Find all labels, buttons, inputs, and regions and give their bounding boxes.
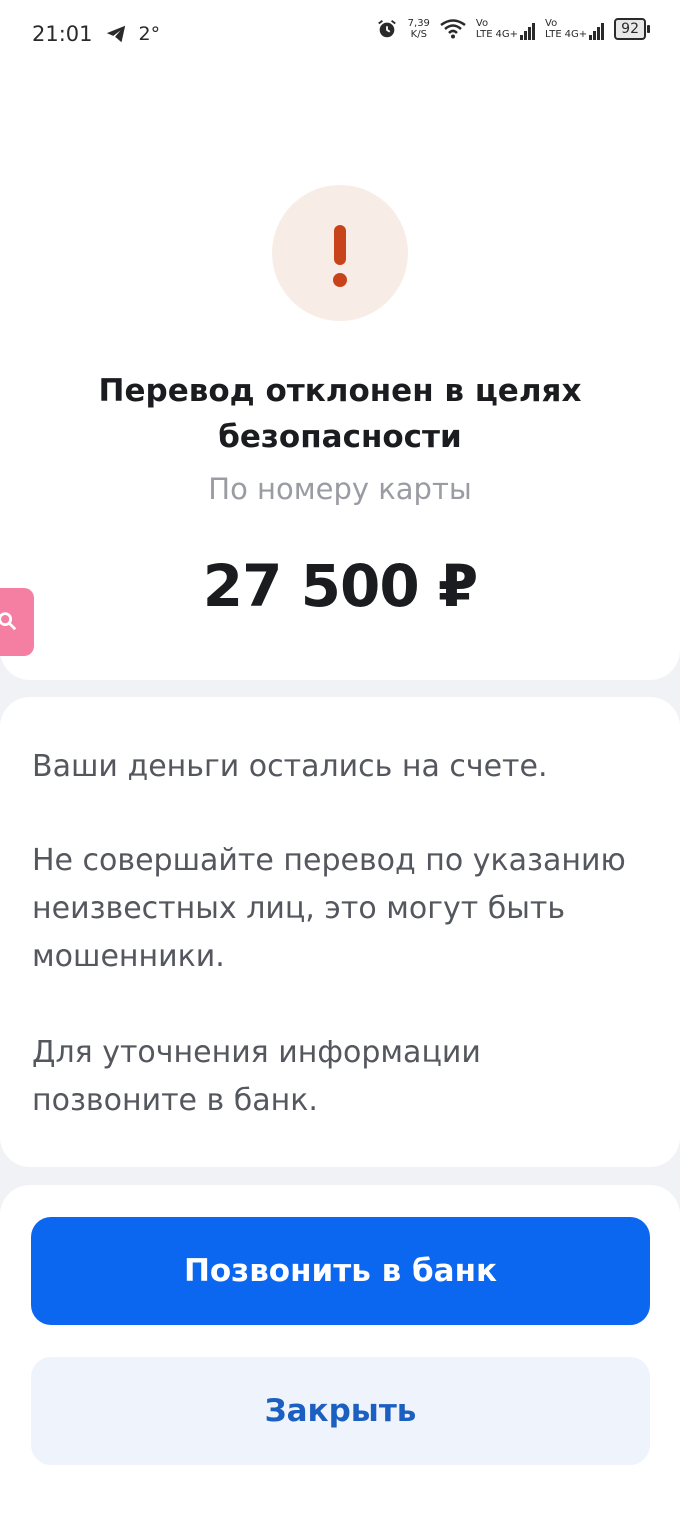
telegram-icon xyxy=(106,25,125,43)
info-money-safe: Ваши деньги остались на счете. xyxy=(32,749,548,784)
network-speed-value: 7,39 xyxy=(407,18,430,29)
4g-label: 4G+ xyxy=(564,29,588,40)
info-card: Ваши деньги остались на счете. Не соверш… xyxy=(0,697,680,1167)
warning-icon xyxy=(272,185,408,321)
side-search-tab[interactable] xyxy=(0,588,34,656)
volte-label: Vo xyxy=(475,18,489,29)
signal-icon xyxy=(588,23,605,40)
network-speed: 7,39 K/S xyxy=(408,18,430,40)
temperature: 2° xyxy=(138,23,161,45)
transfer-method: По номеру карты xyxy=(208,472,472,506)
actions-card: Позвонить в банк Закрыть xyxy=(0,1185,680,1525)
alarm-icon xyxy=(377,20,396,38)
search-icon xyxy=(0,612,17,631)
call-bank-button[interactable]: Позвонить в банк xyxy=(31,1217,650,1325)
signal-2: Vo LTE 4G+ xyxy=(545,18,605,40)
battery-level: 92 xyxy=(614,18,646,40)
info-call-bank: Для уточнения информации позвоните в бан… xyxy=(32,1035,481,1118)
clock: 21:01 xyxy=(32,22,93,46)
lte-label: LTE xyxy=(545,29,562,40)
status-right: 7,39 K/S Vo LTE 4G+ Vo LTE 4G+ 92 xyxy=(366,18,650,40)
info-fraud-warning: Не совершайте перевод по указанию неизве… xyxy=(32,843,626,974)
transfer-amount: 27 500 ₽ xyxy=(202,552,479,620)
result-card: Перевод отклонен в целях безопасности По… xyxy=(0,70,680,680)
network-speed-unit: K/S xyxy=(410,29,427,40)
signal-1: Vo LTE 4G+ xyxy=(475,18,536,40)
lte-label: LTE xyxy=(475,29,493,40)
close-button[interactable]: Закрыть xyxy=(31,1357,650,1465)
page-title: Перевод отклонен в целях безопасности xyxy=(98,373,582,455)
4g-label: 4G+ xyxy=(495,29,519,40)
status-bar: 21:01 2° 7,39 K/S Vo LTE 4G+ Vo LTE 4G+ … xyxy=(0,0,680,70)
volte-label: Vo xyxy=(545,18,558,29)
wifi-icon xyxy=(440,19,466,39)
signal-icon xyxy=(519,23,536,40)
status-left: 21:01 2° xyxy=(32,22,160,46)
battery-icon: 92 xyxy=(614,18,650,40)
